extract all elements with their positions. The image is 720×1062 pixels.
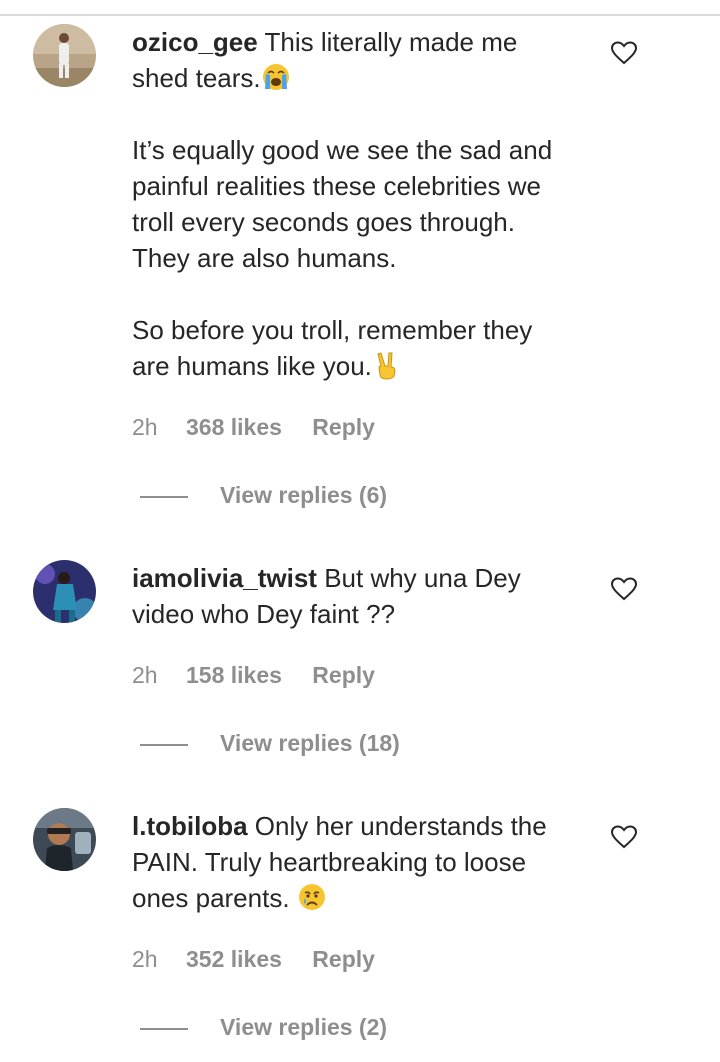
comment-username[interactable]: ozico_gee — [132, 27, 258, 57]
comments-page: ozico_gee This literally made me shed te… — [0, 0, 720, 1062]
view-replies-button[interactable]: View replies (6) — [220, 482, 387, 509]
comment-text: ones parents. — [132, 883, 297, 913]
comment-text: video who Dey faint ?? — [132, 599, 396, 629]
avatar[interactable] — [33, 24, 96, 87]
comment-text: It’s equally good we see the sad and pai… — [132, 135, 553, 273]
replies-divider-line — [140, 1028, 188, 1030]
comment-text: shed tears. — [132, 63, 261, 93]
comment-time: 2h — [132, 946, 158, 972]
reply-button[interactable]: Reply — [312, 662, 375, 689]
comment-meta: 2h 158 likes Reply — [132, 662, 375, 689]
comment-text: So before you troll, remember they are h… — [132, 315, 533, 381]
comment-text: But why una Dey — [316, 563, 521, 593]
top-divider — [0, 14, 720, 16]
comment-likes[interactable]: 158 likes — [186, 662, 282, 689]
like-heart-icon[interactable] — [611, 825, 637, 849]
comment-likes[interactable]: 352 likes — [186, 946, 282, 973]
replies-divider-line — [140, 496, 188, 498]
comment-text: PAIN. Truly heartbreaking to loose — [132, 847, 527, 877]
comment-likes[interactable]: 368 likes — [186, 414, 282, 441]
comment-body: ozico_gee This literally made me shed te… — [132, 24, 602, 384]
comment-meta: 2h 368 likes Reply — [132, 414, 375, 441]
avatar[interactable] — [33, 560, 96, 623]
like-heart-icon[interactable] — [611, 577, 637, 601]
comment-username[interactable]: iamolivia_twist — [132, 563, 317, 593]
comment-meta: 2h 352 likes Reply — [132, 946, 375, 973]
like-heart-icon[interactable] — [611, 41, 637, 65]
crying-face-icon — [297, 882, 327, 912]
comment-time: 2h — [132, 662, 158, 688]
comment-body: l.tobiloba Only her understands the PAIN… — [132, 808, 602, 916]
comment-time: 2h — [132, 414, 158, 440]
comment-text: This literally made me — [257, 27, 518, 57]
loudly-crying-face-icon — [261, 62, 291, 92]
view-replies-button[interactable]: View replies (2) — [220, 1014, 387, 1041]
comment-text: Only her understands the — [247, 811, 547, 841]
reply-button[interactable]: Reply — [312, 414, 375, 441]
reply-button[interactable]: Reply — [312, 946, 375, 973]
victory-hand-icon — [372, 350, 402, 380]
view-replies-button[interactable]: View replies (18) — [220, 730, 400, 757]
replies-divider-line — [140, 744, 188, 746]
avatar[interactable] — [33, 808, 96, 871]
comment-username[interactable]: l.tobiloba — [132, 811, 248, 841]
comment-body: iamolivia_twist But why una Dey video wh… — [132, 560, 602, 632]
